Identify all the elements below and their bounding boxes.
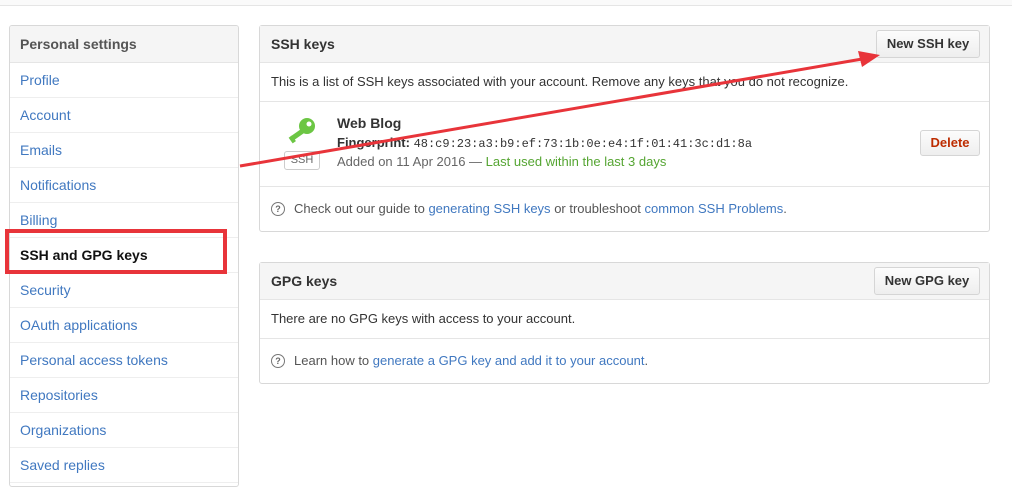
ssh-key-last-used: Last used within the last 3 days: [485, 154, 667, 169]
ssh-help-text: ? Check out our guide to generating SSH …: [260, 187, 989, 231]
sidebar-item-saved-replies[interactable]: Saved replies: [10, 448, 238, 483]
ssh-help-prefix: Check out our guide to: [294, 201, 425, 216]
gpg-keys-title: GPG keys: [271, 273, 338, 289]
ssh-key-added: Added on 11 Apr 2016 —: [337, 154, 483, 169]
gpg-help-prefix: Learn how to: [294, 353, 370, 368]
sidebar-item-ssh-gpg-keys[interactable]: SSH and GPG keys: [10, 238, 238, 273]
sidebar-item-repositories[interactable]: Repositories: [10, 378, 238, 413]
ssh-key-fingerprint-row: Fingerprint: 48:c9:23:a3:b9:ef:73:1b:0e:…: [337, 135, 752, 151]
new-gpg-key-button[interactable]: New GPG key: [874, 267, 980, 295]
gpg-keys-panel: GPG keys New GPG key There are no GPG ke…: [259, 262, 990, 384]
fingerprint-label: Fingerprint:: [337, 135, 410, 150]
generate-gpg-key-link[interactable]: generate a GPG key and add it to your ac…: [373, 353, 645, 368]
key-icon: [288, 118, 315, 144]
sidebar-item-security[interactable]: Security: [10, 273, 238, 308]
new-ssh-key-button[interactable]: New SSH key: [876, 30, 980, 58]
ssh-help-middle: or troubleshoot: [554, 201, 641, 216]
delete-ssh-key-button[interactable]: Delete: [920, 130, 980, 156]
ssh-key-item: SSH Web Blog Fingerprint: 48:c9:23:a3:b9…: [260, 102, 989, 187]
ssh-keys-title: SSH keys: [271, 36, 335, 52]
question-icon: ?: [271, 353, 285, 368]
gpg-keys-description: There are no GPG keys with access to you…: [260, 300, 989, 339]
ssh-key-usage-row: Added on 11 Apr 2016 — Last used within …: [337, 154, 666, 169]
fingerprint-value: 48:c9:23:a3:b9:ef:73:1b:0e:e4:1f:01:41:3…: [413, 137, 753, 151]
question-icon: ?: [271, 202, 285, 216]
ssh-keys-header: SSH keys New SSH key: [260, 26, 989, 63]
ssh-keys-panel: SSH keys New SSH key This is a list of S…: [259, 25, 990, 232]
sidebar-item-emails[interactable]: Emails: [10, 133, 238, 168]
sidebar-item-personal-access-tokens[interactable]: Personal access tokens: [10, 343, 238, 378]
ssh-keys-description: This is a list of SSH keys associated wi…: [260, 63, 989, 102]
ssh-key-name: Web Blog: [337, 115, 402, 131]
sidebar-item-billing[interactable]: Billing: [10, 203, 238, 238]
top-bar: [0, 0, 1012, 6]
ssh-badge: SSH: [284, 151, 320, 170]
ssh-help-suffix: .: [783, 201, 787, 216]
sidebar-item-notifications[interactable]: Notifications: [10, 168, 238, 203]
ssh-key-icon-group: SSH: [282, 116, 322, 176]
sidebar-item-organizations[interactable]: Organizations: [10, 413, 238, 448]
generating-ssh-keys-link[interactable]: generating SSH keys: [428, 201, 550, 216]
common-ssh-problems-link[interactable]: common SSH Problems: [645, 201, 784, 216]
settings-sidebar: Personal settings Profile Account Emails…: [9, 25, 239, 487]
sidebar-item-profile[interactable]: Profile: [10, 63, 238, 98]
sidebar-header: Personal settings: [10, 26, 238, 63]
sidebar-item-oauth-applications[interactable]: OAuth applications: [10, 308, 238, 343]
gpg-keys-header: GPG keys New GPG key: [260, 263, 989, 300]
gpg-help-suffix: .: [644, 353, 649, 368]
gpg-help-text: ? Learn how to generate a GPG key and ad…: [260, 339, 989, 382]
sidebar-item-account[interactable]: Account: [10, 98, 238, 133]
